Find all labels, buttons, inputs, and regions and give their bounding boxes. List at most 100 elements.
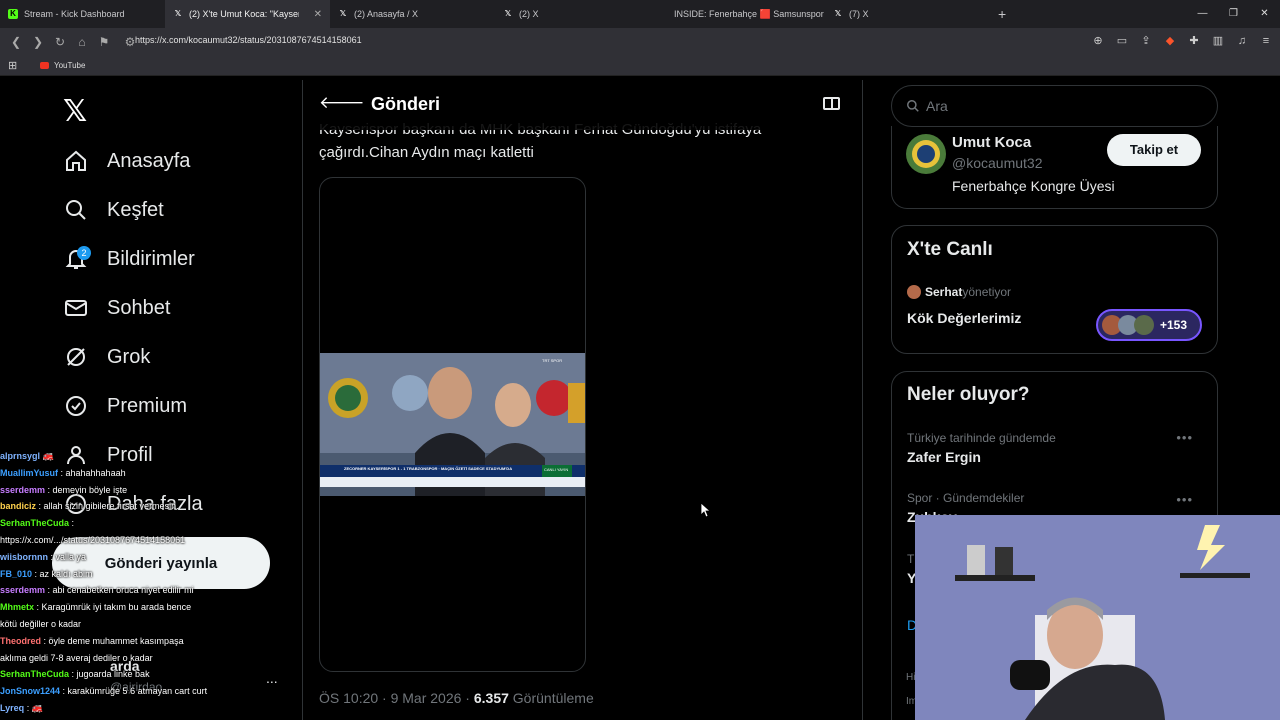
nav-item-explore[interactable]: Keşfet [62, 190, 164, 230]
post-header: 🡐 Gönderi [303, 80, 862, 130]
tab-label: (2) Anasayfa / X [354, 9, 419, 19]
nav-item-grok[interactable]: Grok [62, 337, 150, 377]
sidebar-icon[interactable]: ▥ [1210, 33, 1226, 49]
mouse-cursor-icon [701, 503, 711, 518]
bookmarks-bar: ⊞ YouTube [0, 56, 1280, 76]
extensions-icon[interactable]: ✚ [1186, 33, 1202, 49]
trend-more-icon[interactable]: ••• [1176, 492, 1193, 507]
reader-mode-icon[interactable] [823, 97, 840, 110]
chat-username[interactable]: sserdemm [0, 485, 45, 495]
notification-badge: 2 [77, 246, 91, 260]
chat-username[interactable]: Mhmetx [0, 602, 34, 612]
nav-item-home[interactable]: Anasayfa [62, 141, 190, 181]
chat-message: SerhanTheCuda : jugoarda linke bak [0, 666, 300, 683]
profile-bio: Fenerbahçe Kongre Üyesi [952, 178, 1115, 194]
x-icon: 𝕏 [174, 9, 182, 18]
chat-text: : jugoarda linke bak [69, 669, 150, 680]
tab-label: (7) X [849, 9, 869, 19]
window-close-icon[interactable]: ✕ [1249, 0, 1280, 28]
apps-grid-icon[interactable]: ⊞ [8, 59, 17, 72]
nav-item-chat[interactable]: Sohbet [62, 288, 170, 328]
profile-name[interactable]: Umut Koca [952, 134, 1031, 151]
nav-item-premium[interactable]: Premium [62, 386, 187, 426]
tab-x-7[interactable]: 𝕏 (7) X [825, 0, 990, 28]
menu-icon[interactable]: ≡ [1258, 33, 1274, 49]
host-suffix: yönetiyor [962, 285, 1012, 299]
forward-icon[interactable]: ❯ [28, 35, 48, 49]
avatar[interactable] [906, 134, 946, 174]
grok-icon [62, 343, 90, 371]
webcam-image [915, 515, 1280, 720]
url-field[interactable]: https://x.com/kocaumut32/status/20310876… [135, 35, 362, 45]
home-button-icon[interactable]: ⌂ [72, 35, 92, 49]
x-logo-icon[interactable]: 𝕏 [63, 94, 87, 129]
live-host[interactable]: Serhat yönetiyor [907, 285, 1011, 299]
minimize-icon[interactable]: — [1187, 0, 1218, 28]
back-arrow-icon[interactable]: 🡐 [319, 93, 365, 113]
tab-kick-dashboard[interactable]: K Stream - Kick Dashboard [0, 0, 165, 28]
chat-message: wiisbornnn : valla ya [0, 549, 300, 566]
close-tab-icon[interactable]: ✕ [314, 9, 322, 20]
chat-message: MuallimYusuf : ahahahhahaah [0, 465, 300, 482]
post-video[interactable]: ZECORNER KAYSERİSPOR 1 - 1 TRABZONSPOR ·… [319, 177, 586, 672]
tab-inside-fenerbahce[interactable]: INSIDE: Fenerbahçe 🟥 Samsunspor [660, 0, 825, 28]
tab-label: (2) X'te Umut Koca: "Kayseris [189, 9, 299, 19]
chat-message: Theodred : öyle deme muhammet kasımpaşa [0, 633, 300, 650]
tab-x[interactable]: 𝕏 (2) X [495, 0, 660, 28]
tab-label: Stream - Kick Dashboard [24, 9, 125, 19]
chat-username[interactable]: Lyreq [0, 703, 24, 713]
chat-message: kötü değiller o kadar [0, 616, 300, 633]
profile-handle: @kocaumut32 [952, 155, 1043, 171]
chat-username[interactable]: MuallimYusuf [0, 468, 58, 478]
home-icon [62, 147, 90, 175]
chat-username[interactable]: FB_010 [0, 569, 32, 579]
chat-username[interactable]: JonSnow1244 [0, 686, 60, 696]
profile-card: Umut Koca @kocaumut32 Fenerbahçe Kongre … [891, 126, 1218, 209]
chat-username[interactable]: sserdemm [0, 585, 45, 595]
chat-username[interactable]: wiisbornnn [0, 552, 48, 562]
tab-umut-koca-post[interactable]: 𝕏 (2) X'te Umut Koca: "Kayseris ✕ [165, 0, 330, 28]
chat-text: : az kaldı abim [32, 568, 93, 579]
bookmark-icon[interactable]: ⚑ [94, 35, 114, 49]
brave-shield-icon[interactable]: ◆ [1162, 33, 1178, 49]
host-name: Serhat [925, 285, 963, 299]
share-icon[interactable]: ⇪ [1138, 33, 1154, 49]
chat-text: https://x.com/.../status/203108767451415… [0, 534, 186, 545]
space-listeners[interactable]: +153 [1096, 309, 1202, 341]
media-icon[interactable]: ♫ [1234, 33, 1250, 49]
chat-username[interactable]: SerhanTheCuda [0, 669, 69, 679]
back-icon[interactable]: ❮ [6, 35, 26, 49]
cast-icon[interactable]: ▭ [1114, 33, 1130, 49]
tab-label: INSIDE: Fenerbahçe 🟥 Samsunspor [674, 8, 824, 19]
chat-username[interactable]: SerhanTheCuda [0, 518, 69, 528]
trend-more-icon[interactable]: ••• [1176, 430, 1193, 445]
x-icon: 𝕏 [504, 9, 512, 18]
maximize-icon[interactable]: ❐ [1218, 0, 1249, 28]
space-title[interactable]: Kök Değerlerimiz [907, 310, 1021, 326]
chat-username[interactable]: bandiciz [0, 501, 36, 511]
new-tab-button[interactable]: + [990, 0, 1020, 28]
nav-label: Grok [107, 345, 151, 368]
nav-label: Premium [107, 394, 188, 417]
post-time[interactable]: ÖS 10:20 · 9 Mar 2026 · [319, 690, 474, 706]
chat-message: FB_010 : az kaldı abim [0, 566, 300, 583]
live-card: X'te Canlı Serhat yönetiyor Kök Değerler… [891, 225, 1218, 354]
tab-anasayfa[interactable]: 𝕏 (2) Anasayfa / X [330, 0, 495, 28]
video-still-image [320, 353, 585, 496]
trend-name[interactable]: Zafer Ergin [907, 449, 981, 465]
zoom-icon[interactable]: ⊕ [1090, 33, 1106, 49]
bell-icon: 2 [62, 245, 91, 273]
chat-message: bandiciz : allah sizin gibilere fırsat v… [0, 498, 300, 515]
chat-text: : abi cenabetken oruca niyet edilir mi [45, 585, 194, 596]
follow-button[interactable]: Takip et [1107, 134, 1201, 166]
chat-username[interactable]: alprnsygl [0, 451, 40, 461]
chat-text: : Karagümrük iyi takım bu arada bence [34, 602, 192, 613]
chat-message: sserdemm : abi cenabetken oruca niyet ed… [0, 582, 300, 599]
reload-icon[interactable]: ↻ [50, 35, 70, 49]
video-frame[interactable]: ZECORNER KAYSERİSPOR 1 - 1 TRABZONSPOR ·… [320, 353, 585, 496]
nav-label: Bildirimler [107, 247, 195, 270]
chat-username[interactable]: Theodred [0, 636, 41, 646]
nav-item-notifications[interactable]: 2 Bildirimler [62, 239, 195, 279]
search-box[interactable]: Ara [891, 85, 1218, 127]
bookmark-youtube[interactable]: YouTube [40, 61, 85, 70]
